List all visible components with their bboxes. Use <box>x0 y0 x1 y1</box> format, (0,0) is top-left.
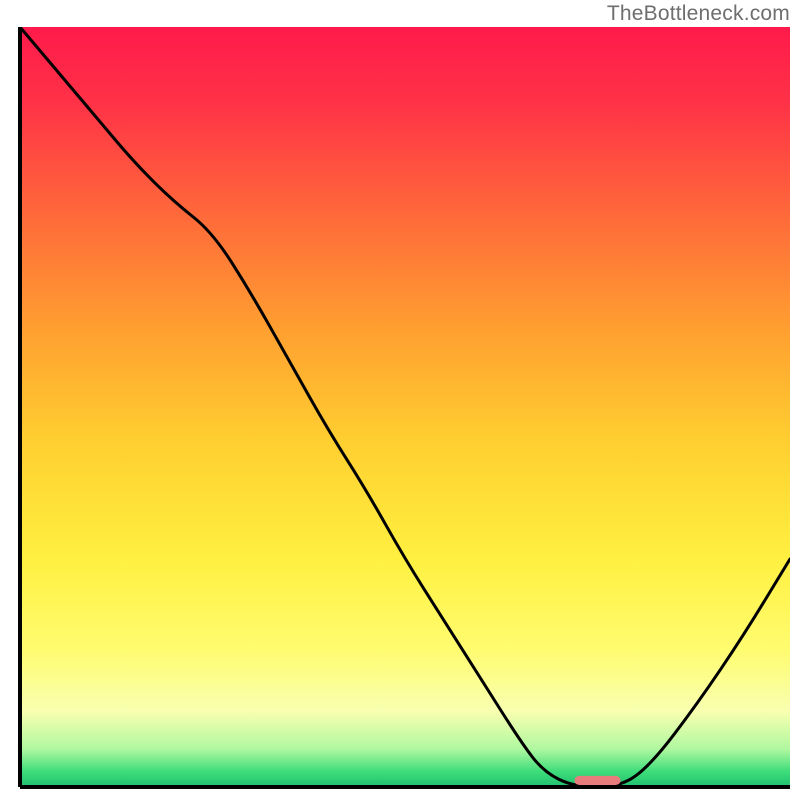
gradient-background <box>20 27 790 787</box>
optimal-marker <box>574 776 620 785</box>
bottleneck-chart <box>0 0 800 800</box>
watermark-label: TheBottleneck.com <box>607 2 790 26</box>
chart-root: { "watermark": "TheBottleneck.com", "gra… <box>0 0 800 800</box>
